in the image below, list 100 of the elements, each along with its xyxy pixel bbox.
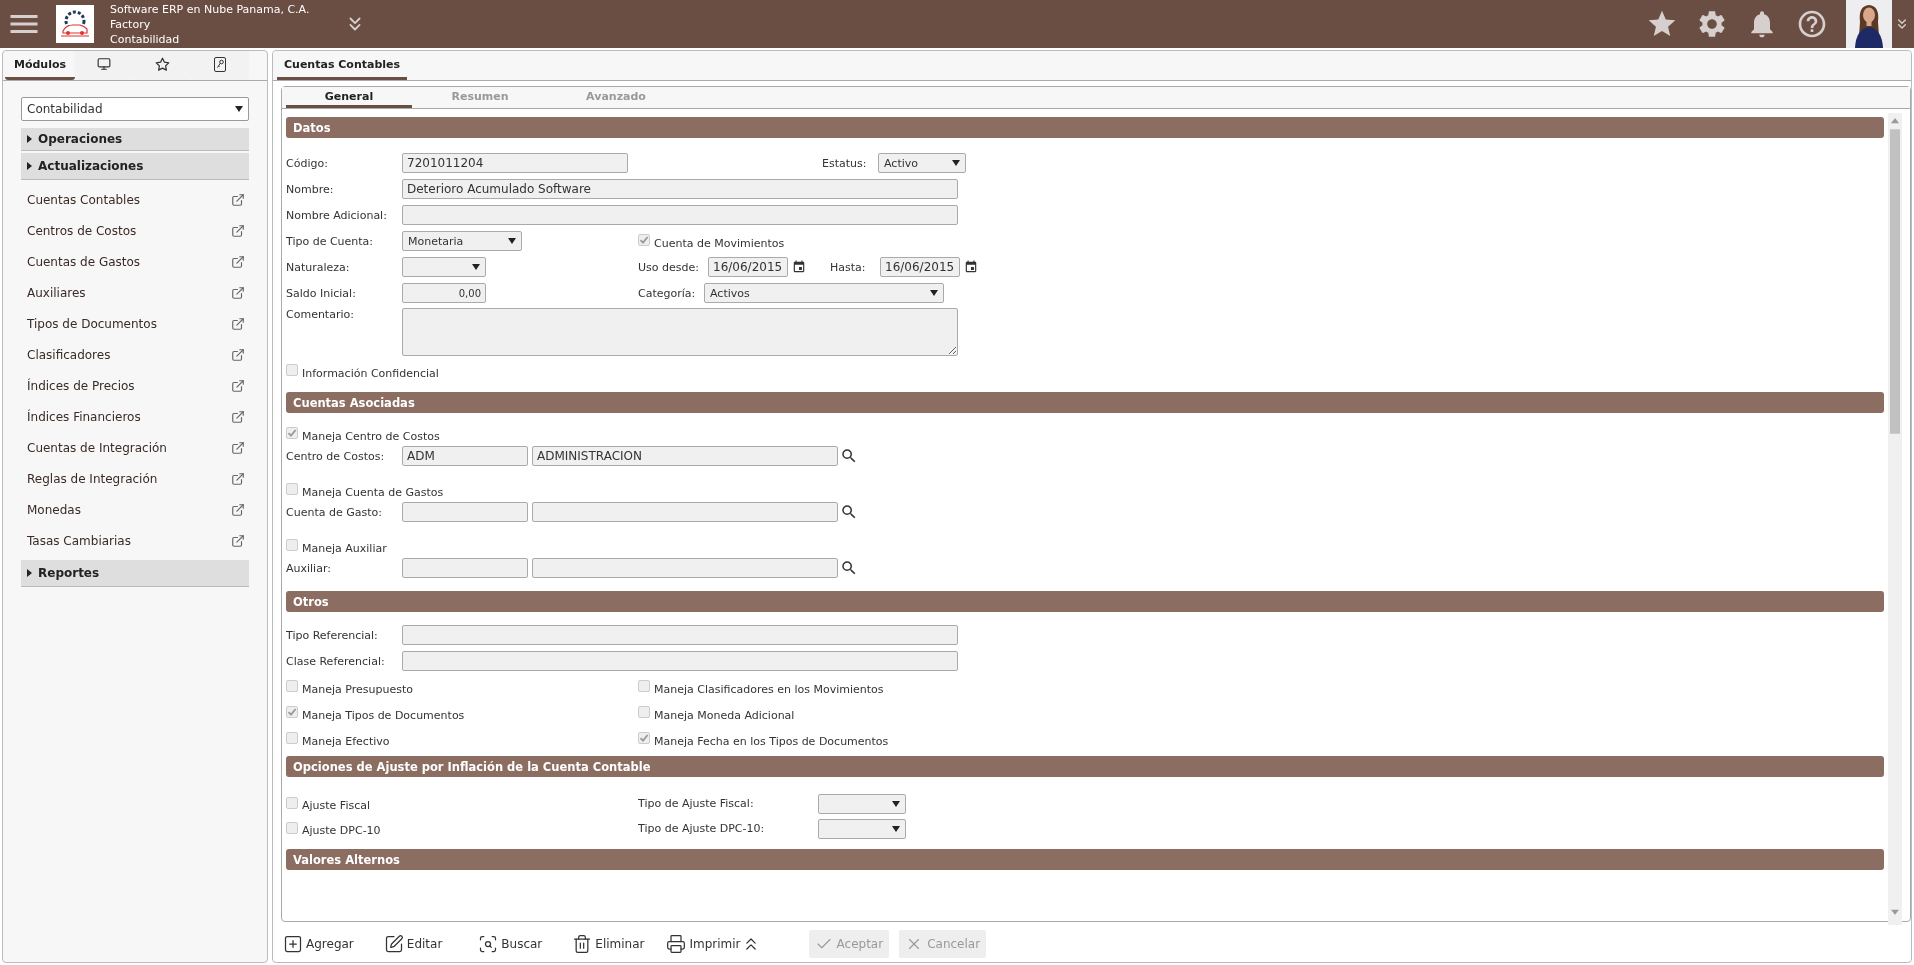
checkbox-label: Maneja Fecha en los Tipos de Documentos — [654, 734, 889, 748]
code-field[interactable] — [402, 558, 528, 578]
form-tab[interactable]: General — [286, 87, 412, 108]
field-label: Tipo de Ajuste Fiscal: — [638, 797, 755, 810]
caret-icon — [892, 800, 900, 807]
menu-group[interactable]: Actualizaciones — [21, 153, 249, 180]
search-icon[interactable] — [840, 559, 858, 577]
field-label: Clase Referencial: — [286, 654, 386, 668]
external-link-icon — [231, 502, 245, 517]
input-field[interactable] — [402, 651, 958, 671]
caret-icon — [892, 825, 900, 832]
toolbar-button[interactable]: Agregar — [283, 934, 354, 954]
field-label: Nombre: — [286, 182, 335, 196]
caret-icon — [472, 264, 480, 270]
menu-item[interactable]: Cuentas de Gastos — [21, 246, 249, 277]
checkbox[interactable] — [286, 539, 298, 551]
menu-item[interactable]: Índices Financieros — [21, 401, 249, 432]
menu-item[interactable]: Tasas Cambiarias — [21, 525, 249, 556]
dropdown[interactable]: Contabilidad — [21, 97, 249, 121]
checkbox[interactable] — [286, 706, 298, 718]
help-icon[interactable] — [1796, 8, 1828, 40]
checkbox[interactable] — [286, 796, 298, 809]
code-field[interactable]: ADM — [402, 446, 528, 466]
trash-icon — [572, 934, 593, 954]
sidebar-tab[interactable] — [191, 51, 249, 80]
external-link-icon — [231, 285, 245, 300]
menu-item[interactable]: Centros de Costos — [21, 215, 249, 246]
search-icon[interactable] — [840, 447, 858, 465]
calendar-icon[interactable] — [964, 260, 978, 274]
scrollbar[interactable] — [1888, 113, 1902, 925]
checkbox-label: Maneja Centro de Costos — [302, 429, 440, 443]
menu-group[interactable]: Operaciones — [21, 128, 249, 151]
calendar-icon[interactable] — [792, 260, 806, 274]
menu-item[interactable]: Índices de Precios — [21, 370, 249, 401]
external-link-icon — [231, 347, 245, 362]
field-label: Hasta: — [830, 260, 867, 274]
field-label: Nombre Adicional: — [286, 208, 388, 222]
name-field[interactable] — [532, 558, 838, 578]
external-link-icon — [231, 471, 245, 486]
checkbox[interactable] — [286, 821, 298, 834]
toolbar-button[interactable]: Buscar — [478, 934, 543, 954]
dropdown[interactable] — [818, 793, 906, 814]
field-label: Saldo Inicial: — [286, 286, 357, 300]
dropdown[interactable]: Monetaria — [402, 231, 522, 251]
section-header: Valores Alternos — [286, 849, 1884, 870]
field-label: Estatus: — [822, 156, 868, 170]
menu-item[interactable]: Reglas de Integración — [21, 463, 249, 494]
checkbox[interactable] — [638, 732, 650, 744]
menu-item[interactable]: Cuentas Contables — [21, 184, 249, 215]
date-field[interactable]: 16/06/2015 — [708, 257, 788, 277]
menu-item[interactable]: Monedas — [21, 494, 249, 525]
input-field[interactable]: Deterioro Acumulado Software — [402, 179, 958, 199]
checkbox-label: Ajuste Fiscal — [302, 799, 371, 812]
name-field[interactable]: ADMINISTRACION — [532, 446, 838, 466]
checkbox[interactable] — [286, 427, 298, 439]
edit-icon — [383, 934, 404, 954]
checkbox[interactable] — [286, 680, 298, 692]
checkbox[interactable] — [638, 706, 650, 718]
document-tab[interactable]: Cuentas Contables — [277, 51, 408, 80]
external-link-icon — [231, 223, 245, 238]
company-name: Software ERP en Nube Panama, C.A. — [110, 1, 311, 17]
dropdown[interactable] — [818, 818, 906, 839]
comment-field[interactable] — [402, 308, 958, 356]
field-label: Naturaleza: — [286, 260, 351, 274]
toolbar-button[interactable]: Eliminar — [572, 934, 645, 954]
checkbox[interactable] — [286, 483, 298, 495]
input-field[interactable] — [402, 205, 958, 225]
date-field[interactable]: 16/06/2015 — [880, 257, 960, 277]
checkbox[interactable] — [638, 680, 650, 692]
sidebar-tab[interactable]: Módulos — [5, 51, 75, 80]
menu-item[interactable]: Clasificadores — [21, 339, 249, 370]
search-icon[interactable] — [840, 503, 858, 521]
dropdown[interactable]: Activo — [878, 153, 966, 173]
checkbox[interactable] — [286, 732, 298, 744]
caret-icon — [235, 106, 243, 112]
toolbar-button[interactable]: Imprimir — [666, 934, 741, 954]
module-name: Contabilidad — [110, 31, 181, 47]
code-field[interactable] — [402, 502, 528, 522]
input-field[interactable]: 7201011204 — [402, 153, 628, 173]
printer-icon — [666, 934, 687, 954]
field-label: Auxiliar: — [286, 561, 332, 575]
menu-item[interactable]: Tipos de Documentos — [21, 308, 249, 339]
field-label: Tipo Referencial: — [286, 628, 379, 642]
menu-item[interactable]: Cuentas de Integración — [21, 432, 249, 463]
dropdown[interactable] — [402, 257, 486, 277]
toolbar-button[interactable]: Editar — [383, 934, 443, 954]
section-header: Cuentas Asociadas — [286, 392, 1884, 413]
dropdown[interactable]: Activos — [704, 283, 944, 303]
section-header: Datos — [286, 117, 1884, 138]
checkbox[interactable] — [286, 364, 298, 376]
sidebar-tab[interactable] — [75, 51, 133, 80]
star-icon — [154, 56, 170, 72]
menu-item[interactable]: Auxiliares — [21, 277, 249, 308]
name-field[interactable] — [532, 502, 838, 522]
input-field[interactable] — [402, 625, 958, 645]
key-icon — [214, 56, 226, 72]
menu-group[interactable]: Reportes — [21, 560, 249, 587]
input-field[interactable]: 0,00 — [402, 283, 486, 303]
checkbox[interactable] — [638, 234, 650, 246]
triangle-icon — [27, 162, 32, 170]
